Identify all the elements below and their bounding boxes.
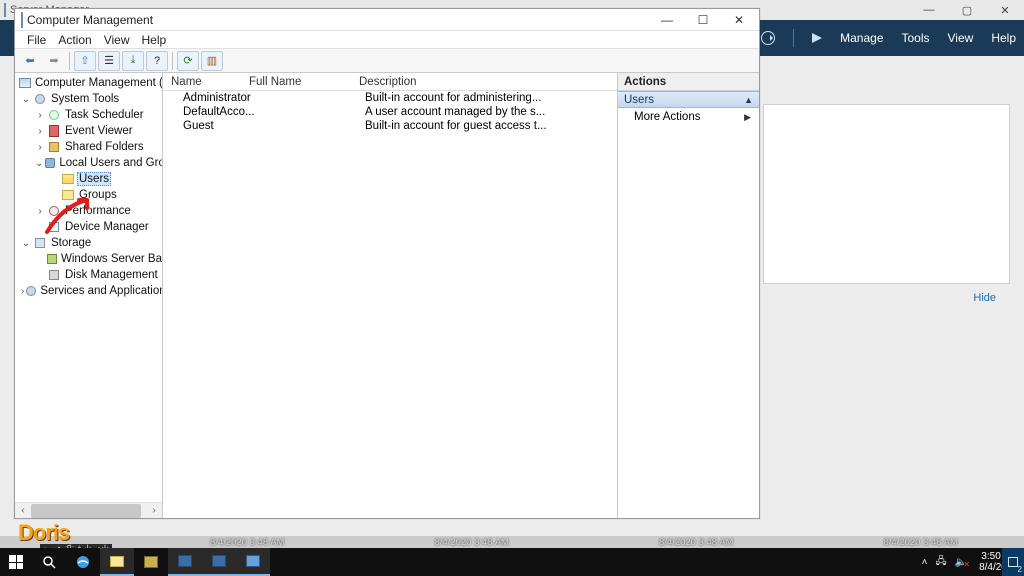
submenu-arrow-icon: ▶: [744, 112, 751, 123]
minimize-button[interactable]: —: [649, 9, 685, 31]
collapse-icon[interactable]: ⌄: [21, 238, 31, 249]
expand-icon[interactable]: ›: [35, 142, 45, 153]
close-button[interactable]: ✕: [721, 9, 757, 31]
menu-action[interactable]: Action: [54, 33, 95, 47]
users-list[interactable]: Name Full Name Description Administrator…: [163, 73, 618, 518]
bg-menu-tools[interactable]: Tools: [902, 31, 930, 45]
taskbar-computer-management-icon[interactable]: [202, 548, 236, 576]
actions-pane: Actions Users ▲ More Actions ▶: [618, 73, 759, 518]
collapse-icon[interactable]: ▲: [744, 95, 753, 105]
cm-app-icon: [21, 12, 23, 28]
tree-local-users-and-groups[interactable]: ⌄ Local Users and Groups: [17, 155, 162, 171]
cm-menubar: File Action View Help: [15, 31, 759, 49]
list-item[interactable]: Administrator Built-in account for admin…: [163, 91, 617, 105]
bg-minimize-button[interactable]: —: [910, 0, 948, 20]
tree-event-viewer[interactable]: › Event Viewer: [17, 123, 162, 139]
show-hide-tree-button[interactable]: ☰: [98, 51, 120, 71]
tree-storage[interactable]: ⌄ Storage: [17, 235, 162, 251]
action-center-button[interactable]: 2: [1002, 548, 1024, 576]
menu-file[interactable]: File: [23, 33, 50, 47]
tree-task-scheduler[interactable]: › Task Scheduler: [17, 107, 162, 123]
collapse-icon[interactable]: ⌄: [21, 94, 31, 105]
scroll-thumb[interactable]: [31, 504, 141, 518]
properties-button[interactable]: ▥: [201, 51, 223, 71]
taskbar-app-icon[interactable]: [134, 548, 168, 576]
tree-users[interactable]: Users: [17, 171, 162, 187]
menu-view[interactable]: View: [100, 33, 134, 47]
taskbar-server-manager-icon[interactable]: [168, 548, 202, 576]
col-description[interactable]: Description: [351, 76, 617, 88]
maximize-button[interactable]: ☐: [685, 9, 721, 31]
col-full-name[interactable]: Full Name: [241, 76, 351, 88]
actions-more[interactable]: More Actions ▶: [618, 108, 759, 126]
navigation-tree[interactable]: Computer Management (Local ⌄ System Tool…: [15, 73, 163, 518]
tree-performance[interactable]: › Performance: [17, 203, 162, 219]
actions-section[interactable]: Users ▲: [618, 91, 759, 108]
actions-header: Actions: [618, 73, 759, 91]
start-button[interactable]: [0, 548, 32, 576]
refresh-button[interactable]: ⟳: [177, 51, 199, 71]
expand-icon[interactable]: ›: [35, 110, 45, 121]
list-item[interactable]: Guest Built-in account for guest access …: [163, 119, 617, 133]
tree-groups[interactable]: Groups: [17, 187, 162, 203]
watermark-logo: Doris: [18, 520, 69, 546]
help-button[interactable]: ?: [146, 51, 168, 71]
taskbar-mmc-icon[interactable]: [236, 548, 270, 576]
tray-chevron-icon[interactable]: ˄: [922, 557, 928, 568]
bg-maximize-button[interactable]: ▢: [948, 0, 986, 20]
taskbar-explorer-icon[interactable]: [100, 548, 134, 576]
expand-icon[interactable]: ›: [35, 206, 45, 217]
forward-button[interactable]: ➡: [43, 51, 65, 71]
tree-root[interactable]: Computer Management (Local: [17, 75, 162, 91]
tree-device-manager[interactable]: Device Manager: [17, 219, 162, 235]
bg-menu-manage[interactable]: Manage: [840, 31, 883, 45]
tray-volume-icon[interactable]: 🔈✕: [955, 557, 967, 568]
folder-open-icon: [62, 174, 74, 184]
server-manager-panel: [763, 104, 1010, 284]
taskbar[interactable]: ˄ 🖧 🔈✕ 3:50 AM 8/4/2020 2: [0, 548, 1024, 576]
tree-services-and-applications[interactable]: › Services and Applications: [17, 283, 162, 299]
cm-title: Computer Management: [27, 13, 153, 27]
export-list-button[interactable]: ⤓: [122, 51, 144, 71]
expand-icon[interactable]: ›: [35, 126, 45, 137]
collapse-icon[interactable]: ⌄: [35, 158, 43, 169]
computer-management-window: Computer Management — ☐ ✕ File Action Vi…: [14, 8, 760, 519]
bg-menu-help[interactable]: Help: [991, 31, 1016, 45]
system-tray[interactable]: ˄ 🖧 🔈✕: [916, 554, 973, 571]
taskbar-ie-icon[interactable]: [66, 548, 100, 576]
cm-titlebar[interactable]: Computer Management — ☐ ✕: [15, 9, 759, 31]
tree-system-tools[interactable]: ⌄ System Tools: [17, 91, 162, 107]
menu-help[interactable]: Help: [138, 33, 171, 47]
up-button[interactable]: ⇧: [74, 51, 96, 71]
tree-shared-folders[interactable]: › Shared Folders: [17, 139, 162, 155]
server-manager-hide-link[interactable]: Hide: [973, 292, 996, 304]
bg-menu-view[interactable]: View: [948, 31, 974, 45]
flag-icon[interactable]: [812, 33, 822, 43]
search-button[interactable]: [32, 548, 66, 576]
refresh-icon[interactable]: [761, 31, 775, 45]
windows-logo-icon: [9, 555, 23, 569]
scroll-left-button[interactable]: ‹: [15, 503, 31, 519]
cm-toolbar: ⬅ ➡ ⇧ ☰ ⤓ ? ⟳ ▥: [15, 49, 759, 73]
list-item[interactable]: DefaultAcco... A user account managed by…: [163, 105, 617, 119]
tree-disk-management[interactable]: Disk Management: [17, 267, 162, 283]
tray-network-icon[interactable]: 🖧: [935, 554, 946, 571]
tree-windows-server-backup[interactable]: Windows Server Backup: [17, 251, 162, 267]
col-name[interactable]: Name: [163, 76, 241, 88]
scroll-right-button[interactable]: ›: [146, 503, 162, 519]
back-button[interactable]: ⬅: [19, 51, 41, 71]
ghost-timestamps: 8/4/2020 3:48 AM 8/4/2020 3:48 AM 8/4/20…: [210, 536, 958, 548]
expand-icon[interactable]: ›: [21, 286, 24, 297]
list-header[interactable]: Name Full Name Description: [163, 73, 617, 91]
folder-icon: [62, 190, 74, 200]
bg-close-button[interactable]: ✕: [986, 0, 1024, 20]
server-manager-icon: [4, 3, 6, 17]
tree-horizontal-scrollbar[interactable]: ‹ ›: [15, 502, 162, 518]
